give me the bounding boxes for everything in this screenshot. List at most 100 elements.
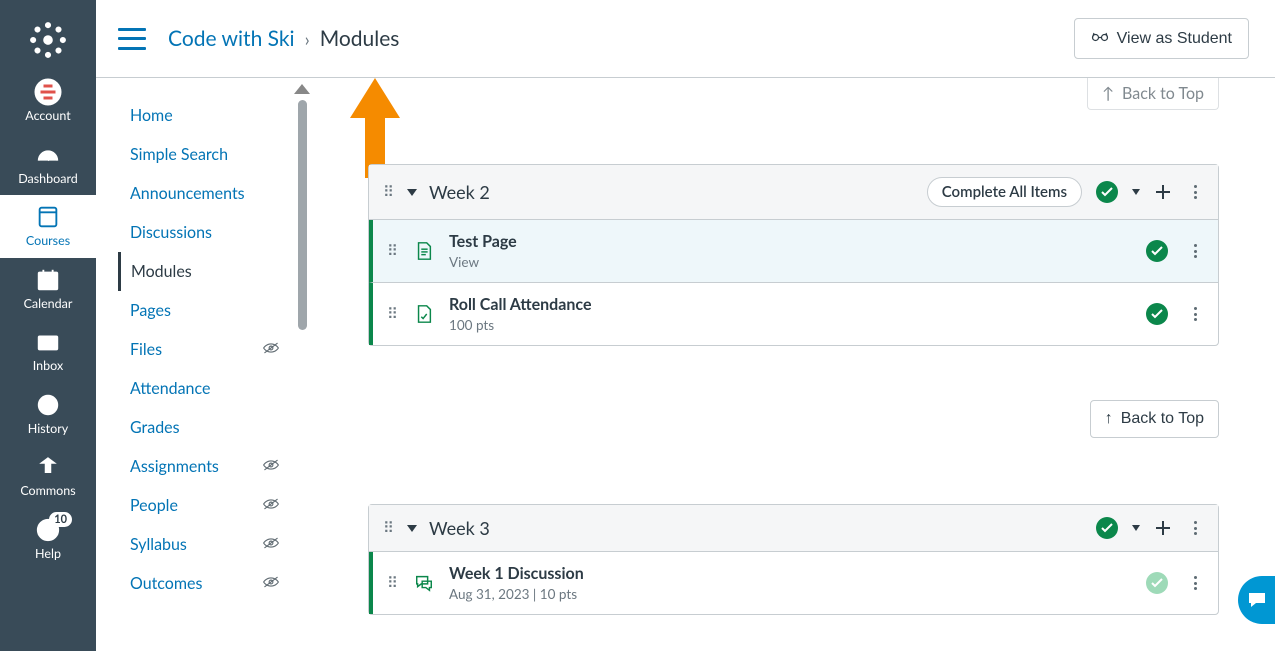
coursenav-announcements[interactable]: Announcements <box>118 174 286 213</box>
module-item-meta: 100 pts <box>449 317 592 333</box>
add-module-item-button[interactable] <box>1154 519 1172 537</box>
module-item-title: Roll Call Attendance <box>449 295 592 314</box>
dashboard-gauge-icon <box>34 141 62 169</box>
content-area: ↑ Back to Top ⠿ Week 2 Complete All Item… <box>320 78 1249 651</box>
collapse-toggle[interactable] <box>407 189 417 196</box>
add-module-item-button[interactable] <box>1154 183 1172 201</box>
nav-help-label: Help <box>35 548 61 561</box>
nav-calendar-label: Calendar <box>24 298 73 311</box>
nav-dashboard[interactable]: Dashboard <box>0 133 96 196</box>
course-nav: Home Simple Search Announcements Discuss… <box>118 96 286 603</box>
module-header: ⠿ Week 3 <box>369 505 1218 552</box>
nav-help[interactable]: 10 Help <box>0 508 96 563</box>
module-item-title: Test Page <box>449 232 517 251</box>
coursenav-attendance[interactable]: Attendance <box>118 369 286 408</box>
module-status-complete-icon[interactable] <box>1096 517 1118 539</box>
coursenav-outcomes[interactable]: Outcomes <box>118 564 286 603</box>
item-options-menu[interactable] <box>1186 242 1204 260</box>
help-badge-count: 10 <box>49 512 72 527</box>
discussion-icon <box>413 572 435 594</box>
nav-inbox-label: Inbox <box>33 360 63 373</box>
coursenav-modules[interactable]: Modules <box>118 252 286 291</box>
history-clock-icon <box>34 391 62 419</box>
item-options-menu[interactable] <box>1186 305 1204 323</box>
view-as-student-label: View as Student <box>1117 30 1232 48</box>
scrollbar-thumb[interactable] <box>298 100 307 330</box>
drag-handle-icon[interactable]: ⠿ <box>383 183 395 201</box>
module-status-menu-caret-icon[interactable] <box>1132 189 1140 195</box>
nav-commons[interactable]: Commons <box>0 445 96 508</box>
calendar-icon <box>34 266 62 294</box>
module-options-menu[interactable] <box>1186 183 1204 201</box>
item-options-menu[interactable] <box>1186 574 1204 592</box>
help-question-icon: 10 <box>34 516 62 544</box>
drag-handle-icon[interactable]: ⠿ <box>387 305 399 323</box>
module-title: Week 2 <box>429 181 490 203</box>
breadcrumb-course[interactable]: Code with Ski <box>168 26 295 51</box>
global-nav: Account Dashboard Courses Calendar Inbox… <box>0 0 96 651</box>
module-item-title: Week 1 Discussion <box>449 564 584 583</box>
module-week-2: ⠿ Week 2 Complete All Items ⠿ Test Page … <box>368 164 1219 346</box>
coursenav-home[interactable]: Home <box>118 96 286 135</box>
coursenav-grades[interactable]: Grades <box>118 408 286 447</box>
coursenav-discussions[interactable]: Discussions <box>118 213 286 252</box>
item-status-pending-icon[interactable] <box>1146 572 1168 594</box>
module-options-menu[interactable] <box>1186 519 1204 537</box>
nav-dashboard-label: Dashboard <box>18 173 78 186</box>
module-status-menu-caret-icon[interactable] <box>1132 525 1140 531</box>
module-item-roll-call[interactable]: ⠿ Roll Call Attendance 100 pts <box>369 282 1218 345</box>
chevron-right-icon: › <box>305 28 310 50</box>
coursenav-pages[interactable]: Pages <box>118 291 286 330</box>
item-status-complete-icon[interactable] <box>1146 303 1168 325</box>
module-item-test-page[interactable]: ⠿ Test Page View <box>369 220 1218 282</box>
module-item-meta: Aug 31, 2023 | 10 pts <box>449 586 584 602</box>
item-status-complete-icon[interactable] <box>1146 240 1168 262</box>
account-avatar-icon <box>34 78 62 106</box>
back-to-top-button-clipped[interactable]: ↑ Back to Top <box>1087 78 1219 110</box>
nav-account-label: Account <box>25 110 70 123</box>
assignment-icon <box>413 303 435 325</box>
nav-history-label: History <box>28 423 68 436</box>
view-as-student-button[interactable]: View as Student <box>1074 18 1249 59</box>
hidden-eye-icon <box>262 496 280 515</box>
nav-calendar[interactable]: Calendar <box>0 258 96 321</box>
coursenav-assignments[interactable]: Assignments <box>118 447 286 486</box>
coursenav-people[interactable]: People <box>118 486 286 525</box>
hidden-eye-icon <box>262 340 280 359</box>
module-status-complete-icon[interactable] <box>1096 181 1118 203</box>
arrow-up-icon: ↑ <box>1102 84 1114 103</box>
module-requirement-chip: Complete All Items <box>927 177 1082 207</box>
course-nav-toggle[interactable] <box>118 28 146 50</box>
coursenav-syllabus[interactable]: Syllabus <box>118 525 286 564</box>
inbox-tray-icon <box>34 328 62 356</box>
module-title: Week 3 <box>429 517 490 539</box>
nav-account[interactable]: Account <box>0 70 96 133</box>
hidden-eye-icon <box>262 535 280 554</box>
glasses-icon <box>1091 29 1109 48</box>
back-to-top-button[interactable]: ↑ Back to Top <box>1090 400 1219 438</box>
module-header: ⠿ Week 2 Complete All Items <box>369 165 1218 220</box>
hidden-eye-icon <box>262 457 280 476</box>
nav-commons-label: Commons <box>20 485 75 498</box>
canvas-logo-icon[interactable] <box>24 16 72 64</box>
page-icon <box>413 240 435 262</box>
collapse-toggle[interactable] <box>407 525 417 532</box>
nav-courses-label: Courses <box>26 235 70 248</box>
hidden-eye-icon <box>262 574 280 593</box>
nav-history[interactable]: History <box>0 383 96 446</box>
scroll-caret-up-icon[interactable] <box>294 84 310 94</box>
arrow-up-icon: ↑ <box>1105 410 1113 428</box>
top-bar: Code with Ski › Modules View as Student <box>96 0 1275 78</box>
module-week-3: ⠿ Week 3 ⠿ Week 1 Discussion Aug 31, 202… <box>368 504 1219 615</box>
breadcrumb-current: Modules <box>320 26 400 51</box>
nav-courses[interactable]: Courses <box>0 195 96 258</box>
drag-handle-icon[interactable]: ⠿ <box>387 242 399 260</box>
drag-handle-icon[interactable]: ⠿ <box>387 574 399 592</box>
coursenav-simple-search[interactable]: Simple Search <box>118 135 286 174</box>
nav-inbox[interactable]: Inbox <box>0 320 96 383</box>
module-item-meta: View <box>449 254 517 270</box>
courses-book-icon <box>34 203 62 231</box>
module-item-week1-discussion[interactable]: ⠿ Week 1 Discussion Aug 31, 2023 | 10 pt… <box>369 552 1218 614</box>
drag-handle-icon[interactable]: ⠿ <box>383 519 395 537</box>
coursenav-files[interactable]: Files <box>118 330 286 369</box>
